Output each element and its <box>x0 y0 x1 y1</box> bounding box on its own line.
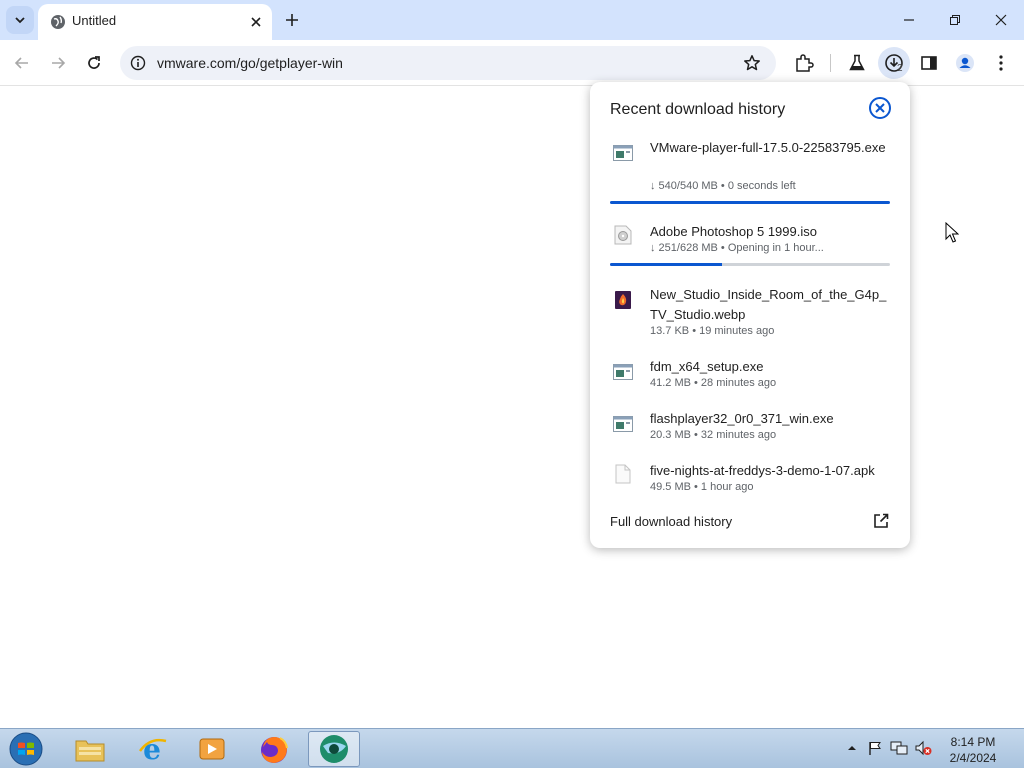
bookmark-star-icon[interactable] <box>743 54 761 72</box>
exe-file-icon <box>612 142 634 164</box>
restore-button[interactable] <box>932 0 978 40</box>
download-filename: Adobe Photoshop 5 1999.iso <box>650 224 817 239</box>
action-center-icon[interactable] <box>866 739 884 757</box>
panel-title: Recent download history <box>610 101 786 118</box>
download-status: 13.7 KB • 19 minutes ago <box>650 325 775 337</box>
chevron-up-icon <box>848 746 856 750</box>
download-status: 49.5 MB • 1 hour ago <box>650 481 754 493</box>
reload-icon <box>88 56 100 69</box>
download-item[interactable]: VMware-player-full-17.5.0-22583795.exe ↓… <box>590 138 910 208</box>
download-filename: VMware-player-full-17.5.0-22583795.exe <box>650 140 886 155</box>
side-panel-icon <box>921 56 937 70</box>
download-status: 20.3 MB • 32 minutes ago <box>650 429 777 441</box>
internet-explorer-icon: e <box>138 733 167 765</box>
downloads-button[interactable]: 2 <box>878 47 910 79</box>
puzzle-icon <box>796 54 814 72</box>
url-text[interactable]: vmware.com/go/getplayer-win <box>157 55 343 71</box>
globe-icon <box>51 15 65 29</box>
download-status: ↓ 251/628 MB • Opening in 1 hour... <box>650 242 824 254</box>
profile-button[interactable] <box>954 52 976 74</box>
image-file-icon <box>612 289 634 311</box>
download-item[interactable]: flashplayer32_0r0_371_win.exe 20.3 MB • … <box>590 409 910 445</box>
flask-icon <box>849 54 865 71</box>
download-item[interactable]: Adobe Photoshop 5 1999.iso ↓ 251/628 MB … <box>590 222 910 270</box>
flag-icon <box>869 742 881 755</box>
exe-file-icon <box>612 361 634 383</box>
labs-button[interactable] <box>846 52 868 74</box>
restore-icon <box>950 15 960 25</box>
progress-fill <box>610 263 722 266</box>
extensions-button[interactable] <box>793 52 815 74</box>
folder-icon <box>75 740 105 762</box>
download-status: ↓ 540/540 MB • 0 seconds left <box>650 180 796 192</box>
svg-text:e: e <box>143 733 161 765</box>
blank-file-icon <box>612 463 634 485</box>
volume-muted-icon[interactable] <box>914 739 932 757</box>
speaker-muted-icon <box>915 740 932 756</box>
close-icon <box>251 17 261 27</box>
avatar-icon <box>956 54 974 72</box>
taskbar-chrome[interactable] <box>308 731 360 767</box>
download-filename: New_Studio_Inside_Room_of_the_G4p_TV_Stu… <box>650 287 887 322</box>
taskbar-media-player[interactable] <box>186 731 238 767</box>
tab-close-button[interactable] <box>246 12 266 32</box>
tab-search-button[interactable] <box>6 6 34 34</box>
download-filename: fdm_x64_setup.exe <box>650 359 764 374</box>
download-item[interactable]: five-nights-at-freddys-3-demo-1-07.apk 4… <box>590 461 910 497</box>
show-hidden-icons-button[interactable] <box>843 739 861 757</box>
address-bar[interactable]: vmware.com/go/getplayer-win <box>120 46 776 80</box>
download-item[interactable]: fdm_x64_setup.exe 41.2 MB • 28 minutes a… <box>590 357 910 393</box>
downloads-count-badge: 2 <box>897 63 903 74</box>
download-progress-bar <box>610 263 890 266</box>
download-filename: flashplayer32_0r0_371_win.exe <box>650 411 834 426</box>
start-button[interactable] <box>6 731 46 767</box>
taskbar: e 8:14 PM 2/4/2024 <box>0 728 1024 768</box>
mouse-cursor-icon <box>945 222 959 243</box>
back-button[interactable] <box>8 49 36 77</box>
browser-app-icon <box>320 735 348 763</box>
disc-image-icon <box>612 224 634 246</box>
minimize-button[interactable] <box>886 0 932 40</box>
tab-strip: Untitled <box>0 0 1024 40</box>
window-close-button[interactable] <box>978 0 1024 40</box>
network-icon <box>890 741 908 755</box>
taskbar-firefox[interactable] <box>248 731 300 767</box>
network-icon[interactable] <box>890 739 908 757</box>
download-filename: five-nights-at-freddys-3-demo-1-07.apk <box>650 463 875 478</box>
download-status: 41.2 MB • 28 minutes ago <box>650 377 777 389</box>
system-clock[interactable]: 8:14 PM 2/4/2024 <box>940 734 1006 766</box>
menu-button[interactable] <box>990 52 1012 74</box>
side-panel-button[interactable] <box>918 52 940 74</box>
chevron-down-icon <box>15 17 25 24</box>
full-download-history-link[interactable]: Full download history <box>610 514 732 529</box>
taskbar-internet-explorer[interactable]: e <box>126 731 178 767</box>
new-tab-button[interactable] <box>280 8 304 32</box>
download-history-panel: Recent download history VMware-player-fu… <box>590 82 910 548</box>
open-in-new-icon[interactable] <box>872 512 890 530</box>
download-item[interactable]: New_Studio_Inside_Room_of_the_G4p_TV_Stu… <box>590 285 910 341</box>
clock-time: 8:14 PM <box>950 735 996 749</box>
windows-logo-icon <box>9 732 43 766</box>
reload-button[interactable] <box>80 49 108 77</box>
taskbar-explorer[interactable] <box>64 731 116 767</box>
minimize-icon <box>904 19 914 21</box>
browser-tab[interactable]: Untitled <box>38 4 272 40</box>
tab-title: Untitled <box>72 13 117 28</box>
progress-fill <box>610 201 890 204</box>
close-icon <box>995 14 1007 26</box>
forward-button[interactable] <box>44 49 72 77</box>
media-player-icon <box>199 738 225 760</box>
arrow-left-icon <box>14 57 28 69</box>
toolbar-divider <box>830 54 831 72</box>
firefox-icon <box>261 737 288 763</box>
arrow-right-icon <box>52 57 66 69</box>
site-info-icon[interactable] <box>130 55 146 71</box>
download-progress-bar <box>610 201 890 204</box>
exe-file-icon <box>612 413 634 435</box>
plus-icon <box>286 14 298 26</box>
close-icon[interactable] <box>868 96 892 120</box>
browser-toolbar: vmware.com/go/getplayer-win 2 <box>0 40 1024 86</box>
clock-date: 2/4/2024 <box>949 751 997 765</box>
kebab-menu-icon <box>999 55 1003 71</box>
